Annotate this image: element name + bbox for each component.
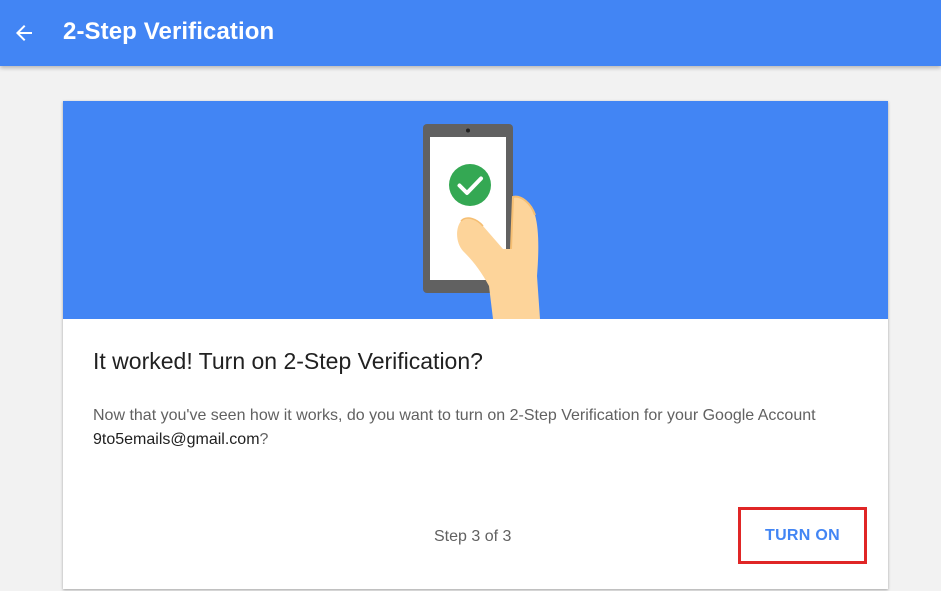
step-indicator: Step 3 of 3 (434, 528, 512, 545)
arrow-back-icon (16, 25, 32, 41)
page-title: 2-Step Verification (63, 18, 275, 45)
description-suffix: ? (259, 431, 269, 448)
hero-banner (63, 101, 888, 319)
check-circle-icon (449, 164, 491, 206)
account-email: 9to5emails@gmail.com (93, 431, 260, 448)
phone-illustration (423, 124, 540, 319)
verification-card: It worked! Turn on 2-Step Verification? … (63, 101, 888, 589)
card-description: Now that you've seen how it works, do yo… (93, 404, 853, 452)
card-heading: It worked! Turn on 2-Step Verification? (93, 348, 483, 374)
back-button[interactable] (8, 17, 40, 49)
description-text: Now that you've seen how it works, do yo… (93, 407, 816, 424)
app-bar: 2-Step Verification (0, 0, 941, 66)
turn-on-label: TURN ON (765, 526, 840, 544)
turn-on-button[interactable]: TURN ON (738, 507, 867, 564)
